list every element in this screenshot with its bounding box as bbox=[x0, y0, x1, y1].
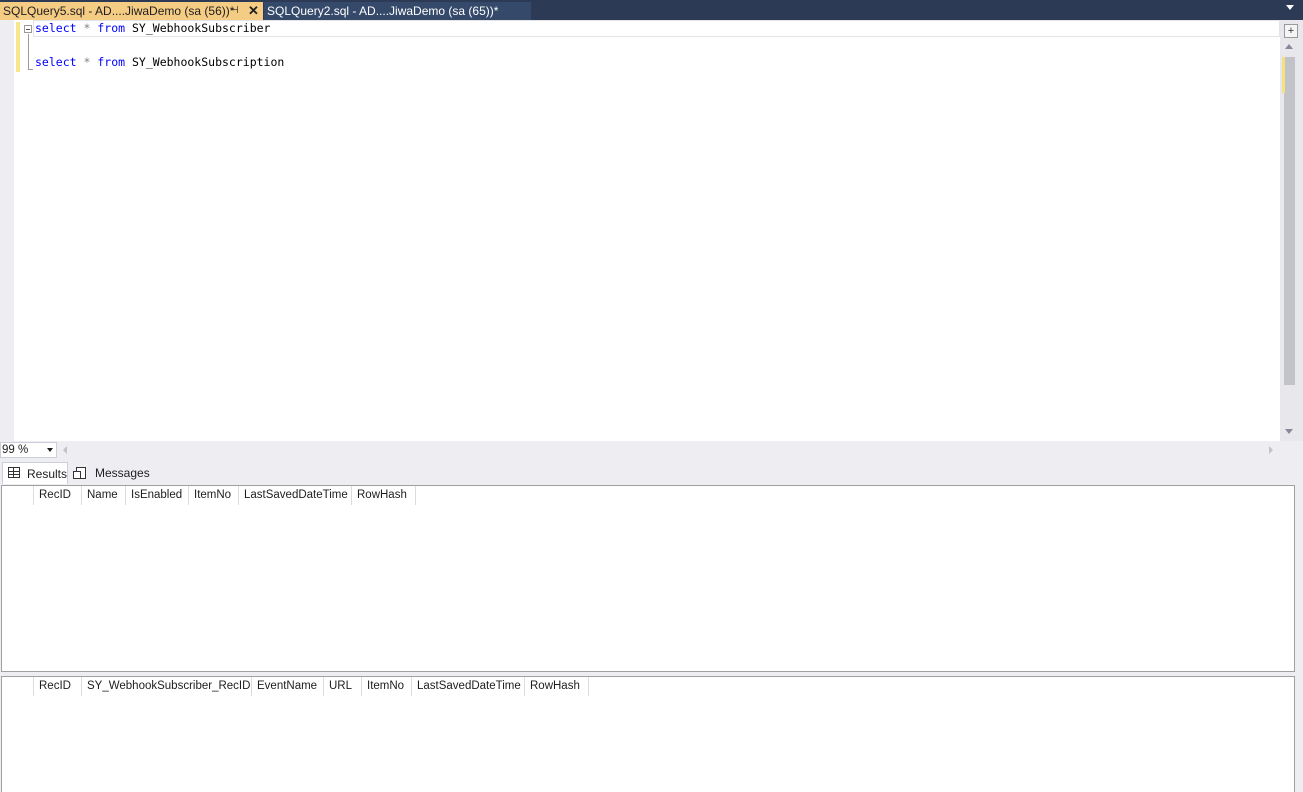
column-header[interactable]: RecID bbox=[34, 677, 82, 696]
zoom-value: 99 % bbox=[2, 444, 29, 456]
operator-star: * bbox=[83, 21, 91, 35]
table-identifier: SY_WebhookSubscriber bbox=[132, 21, 271, 35]
column-header[interactable]: URL bbox=[324, 677, 362, 696]
results-tab-strip bbox=[0, 459, 1303, 484]
result-grid-1[interactable]: RecID Name IsEnabled ItemNo LastSavedDat… bbox=[1, 485, 1295, 672]
chevron-down-icon[interactable] bbox=[47, 448, 53, 452]
scroll-thumb[interactable] bbox=[1284, 57, 1295, 385]
pin-icon[interactable]: ⊣ bbox=[230, 2, 239, 20]
table-identifier: SY_WebhookSubscription bbox=[132, 55, 285, 69]
tab-label: Messages bbox=[95, 466, 150, 480]
column-header[interactable]: LastSavedDateTime bbox=[412, 677, 525, 696]
row-header-corner[interactable] bbox=[2, 486, 34, 505]
keyword-from: from bbox=[97, 21, 126, 35]
column-header[interactable]: EventName bbox=[252, 677, 324, 696]
tab-sqlquery5[interactable]: SQLQuery5.sql - AD....JiwaDemo (sa (56))… bbox=[0, 2, 263, 20]
scroll-up-icon[interactable] bbox=[1285, 44, 1293, 49]
messages-icon bbox=[73, 467, 86, 479]
scroll-left-icon[interactable] bbox=[63, 446, 67, 454]
change-marker bbox=[1282, 57, 1285, 93]
row-header-corner[interactable] bbox=[2, 677, 34, 696]
tab-results[interactable]: Results bbox=[2, 462, 68, 484]
column-header[interactable]: RowHash bbox=[525, 677, 589, 696]
grid-icon bbox=[8, 467, 20, 478]
editor-gutter bbox=[0, 20, 14, 441]
tab-label: Results bbox=[27, 467, 68, 481]
code-line-3[interactable]: select * from SY_WebhookSubscription bbox=[35, 54, 284, 71]
split-window-icon[interactable]: + bbox=[1284, 24, 1298, 38]
column-header[interactable]: Name bbox=[82, 486, 126, 505]
code-line-1[interactable]: select * from SY_WebhookSubscriber bbox=[35, 20, 270, 37]
close-icon[interactable]: ✕ bbox=[248, 2, 259, 20]
outline-line bbox=[28, 34, 29, 70]
column-header[interactable]: SY_WebhookSubscriber_RecID bbox=[82, 677, 252, 696]
tab-sqlquery2[interactable]: SQLQuery2.sql - AD....JiwaDemo (sa (65))… bbox=[264, 2, 531, 20]
scroll-down-icon[interactable] bbox=[1285, 429, 1293, 434]
column-header[interactable]: IsEnabled bbox=[126, 486, 189, 505]
zoom-scroll-row bbox=[0, 441, 1303, 459]
tab-messages[interactable]: Messages bbox=[69, 462, 150, 484]
tab-title: SQLQuery5.sql - AD....JiwaDemo (sa (56))… bbox=[3, 4, 235, 18]
keyword-from: from bbox=[97, 55, 126, 69]
change-tracking-bar bbox=[16, 22, 20, 72]
column-header[interactable]: ItemNo bbox=[362, 677, 412, 696]
column-header[interactable]: ItemNo bbox=[189, 486, 239, 505]
result-grid-2[interactable]: RecID SY_WebhookSubscriber_RecID EventNa… bbox=[1, 676, 1295, 792]
column-header[interactable]: LastSavedDateTime bbox=[239, 486, 352, 505]
keyword-select: select bbox=[35, 21, 77, 35]
keyword-select: select bbox=[35, 55, 77, 69]
operator-star: * bbox=[83, 55, 91, 69]
results-right-margin bbox=[1295, 485, 1303, 792]
collapse-icon[interactable] bbox=[24, 25, 32, 33]
column-header[interactable]: RowHash bbox=[352, 486, 416, 505]
tab-title: SQLQuery2.sql - AD....JiwaDemo (sa (65))… bbox=[267, 4, 499, 18]
outline-end bbox=[28, 69, 33, 70]
tab-list-dropdown-icon[interactable] bbox=[1286, 5, 1294, 10]
scroll-right-icon[interactable] bbox=[1269, 446, 1273, 454]
column-header[interactable]: RecID bbox=[34, 486, 82, 505]
query-editor[interactable]: select * from SY_WebhookSubscriber selec… bbox=[0, 20, 1280, 441]
